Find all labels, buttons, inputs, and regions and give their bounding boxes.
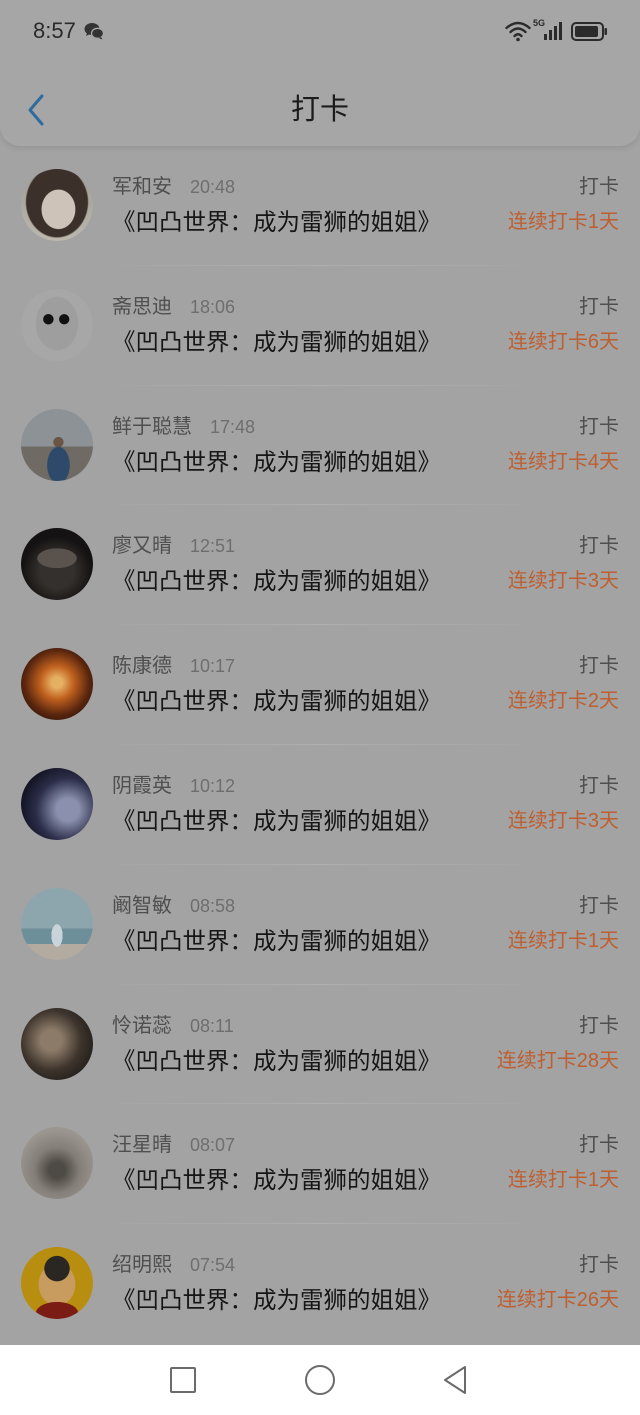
avatar[interactable] [21, 408, 93, 481]
checkin-row[interactable]: 绍明熙 07:54 《凹凸世界：成为雷狮的姐姐》 打卡 连续打卡26天 [0, 1224, 640, 1344]
avatar[interactable] [21, 887, 93, 960]
avatar[interactable] [21, 767, 93, 840]
checkin-meta: 军和安 20:48 [112, 174, 235, 200]
checkin-row[interactable]: 陈康德 10:17 《凹凸世界：成为雷狮的姐姐》 打卡 连续打卡2天 [0, 625, 640, 745]
checkin-meta: 阴霞英 10:12 [112, 773, 235, 799]
wechat-icon [84, 23, 104, 40]
action-label: 打卡 [579, 655, 619, 678]
avatar[interactable] [21, 169, 93, 241]
checkin-row[interactable]: 鲜于聪慧 17:48 《凹凸世界：成为雷狮的姐姐》 打卡 连续打卡4天 [0, 386, 640, 506]
checkin-row[interactable]: 怜诺蕊 08:11 《凹凸世界：成为雷狮的姐姐》 打卡 连续打卡28天 [0, 985, 640, 1105]
streak-label: 连续打卡6天 [507, 330, 619, 353]
action-label: 打卡 [579, 1014, 619, 1037]
streak-label: 连续打卡1天 [507, 929, 619, 952]
user-name[interactable]: 陈康德 [112, 655, 172, 677]
back-triangle-icon [444, 1366, 466, 1394]
recent-apps-button[interactable] [163, 1360, 203, 1400]
streak-label: 连续打卡3天 [507, 570, 619, 593]
book-title: 《凹凸世界：成为雷狮的姐姐》 [112, 568, 441, 595]
streak-label: 连续打卡2天 [507, 690, 619, 713]
recent-apps-square-icon [170, 1367, 196, 1393]
checkin-list: 军和安 20:48 《凹凸世界：成为雷狮的姐姐》 打卡 连续打卡1天 斋思迪 18:… [0, 146, 640, 1344]
action-label: 打卡 [579, 894, 619, 917]
user-name[interactable]: 斋思迪 [112, 296, 172, 318]
checkin-time: 07:54 [190, 1255, 236, 1276]
user-name[interactable]: 阴霞英 [112, 775, 172, 797]
battery-icon [571, 22, 607, 41]
book-title: 《凹凸世界：成为雷狮的姐姐》 [112, 1287, 441, 1314]
book-title: 《凹凸世界：成为雷狮的姐姐》 [112, 448, 441, 475]
page-title: 打卡 [290, 94, 349, 126]
streak-label: 连续打卡1天 [507, 1169, 619, 1192]
wifi-icon [505, 21, 531, 42]
action-label: 打卡 [579, 774, 619, 797]
app-header: 8:57 5G 打卡 [0, 0, 640, 146]
checkin-row[interactable]: 军和安 20:48 《凹凸世界：成为雷狮的姐姐》 打卡 连续打卡1天 [0, 146, 640, 266]
user-name[interactable]: 怜诺蕊 [112, 1015, 172, 1037]
user-name[interactable]: 廖又晴 [112, 535, 172, 557]
checkin-meta: 阚智敏 08:58 [112, 893, 235, 919]
book-title: 《凹凸世界：成为雷狮的姐姐》 [112, 209, 441, 235]
checkin-time: 10:17 [190, 656, 236, 677]
avatar[interactable] [21, 1127, 93, 1200]
signal-icon [544, 22, 562, 40]
checkin-time: 08:11 [190, 1015, 234, 1036]
checkin-time: 12:51 [190, 536, 236, 557]
action-label: 打卡 [579, 415, 619, 438]
action-label: 打卡 [579, 295, 619, 318]
book-title: 《凹凸世界：成为雷狮的姐姐》 [112, 328, 441, 355]
checkin-meta: 怜诺蕊 08:11 [112, 1013, 234, 1039]
system-nav-bar [0, 1345, 640, 1415]
book-title: 《凹凸世界：成为雷狮的姐姐》 [112, 688, 441, 715]
user-name[interactable]: 军和安 [112, 176, 172, 198]
action-label: 打卡 [579, 176, 619, 198]
avatar[interactable] [21, 1007, 93, 1080]
user-name[interactable]: 绍明熙 [112, 1254, 172, 1276]
checkin-row[interactable]: 阚智敏 08:58 《凹凸世界：成为雷狮的姐姐》 打卡 连续打卡1天 [0, 865, 640, 985]
status-time: 8:57 [33, 18, 76, 43]
checkin-meta: 陈康德 10:17 [112, 653, 235, 679]
book-title: 《凹凸世界：成为雷狮的姐姐》 [112, 807, 441, 834]
streak-label: 连续打卡3天 [507, 809, 619, 832]
avatar[interactable] [21, 528, 93, 601]
checkin-row[interactable]: 汪星晴 08:07 《凹凸世界：成为雷狮的姐姐》 打卡 连续打卡1天 [0, 1104, 640, 1225]
checkin-meta: 斋思迪 18:06 [112, 294, 235, 320]
home-circle-icon [305, 1365, 335, 1395]
checkin-time: 08:07 [190, 1135, 236, 1156]
user-name[interactable]: 阚智敏 [112, 895, 172, 917]
action-label: 打卡 [579, 1254, 619, 1277]
checkin-time: 20:48 [190, 177, 236, 197]
streak-label: 连续打卡28天 [496, 1049, 619, 1072]
system-back-button[interactable] [435, 1360, 475, 1400]
home-button[interactable] [300, 1360, 340, 1400]
user-name[interactable]: 鲜于聪慧 [112, 416, 192, 438]
streak-label: 连续打卡26天 [496, 1289, 619, 1312]
book-title: 《凹凸世界：成为雷狮的姐姐》 [112, 1047, 441, 1074]
checkin-row[interactable]: 阴霞英 10:12 《凹凸世界：成为雷狮的姐姐》 打卡 连续打卡3天 [0, 745, 640, 865]
book-title: 《凹凸世界：成为雷狮的姐姐》 [112, 927, 441, 954]
action-label: 打卡 [579, 1134, 619, 1157]
checkin-time: 08:58 [190, 895, 236, 916]
streak-label: 连续打卡4天 [507, 450, 619, 473]
checkin-row[interactable]: 斋思迪 18:06 《凹凸世界：成为雷狮的姐姐》 打卡 连续打卡6天 [0, 266, 640, 386]
checkin-meta: 绍明熙 07:54 [112, 1252, 235, 1278]
checkin-meta: 鲜于聪慧 17:48 [112, 414, 255, 440]
checkin-row[interactable]: 廖又晴 12:51 《凹凸世界：成为雷狮的姐姐》 打卡 连续打卡3天 [0, 505, 640, 626]
checkin-time: 17:48 [210, 416, 256, 437]
avatar[interactable] [21, 648, 93, 721]
action-label: 打卡 [579, 535, 619, 558]
checkin-meta: 廖又晴 12:51 [112, 533, 235, 559]
book-title: 《凹凸世界：成为雷狮的姐姐》 [112, 1167, 441, 1194]
checkin-time: 10:12 [190, 775, 236, 796]
checkin-time: 18:06 [190, 296, 236, 317]
avatar[interactable] [21, 288, 93, 361]
user-name[interactable]: 汪星晴 [112, 1134, 172, 1156]
streak-label: 连续打卡1天 [507, 211, 619, 233]
avatar[interactable] [21, 1247, 93, 1320]
checkin-meta: 汪星晴 08:07 [112, 1132, 235, 1158]
